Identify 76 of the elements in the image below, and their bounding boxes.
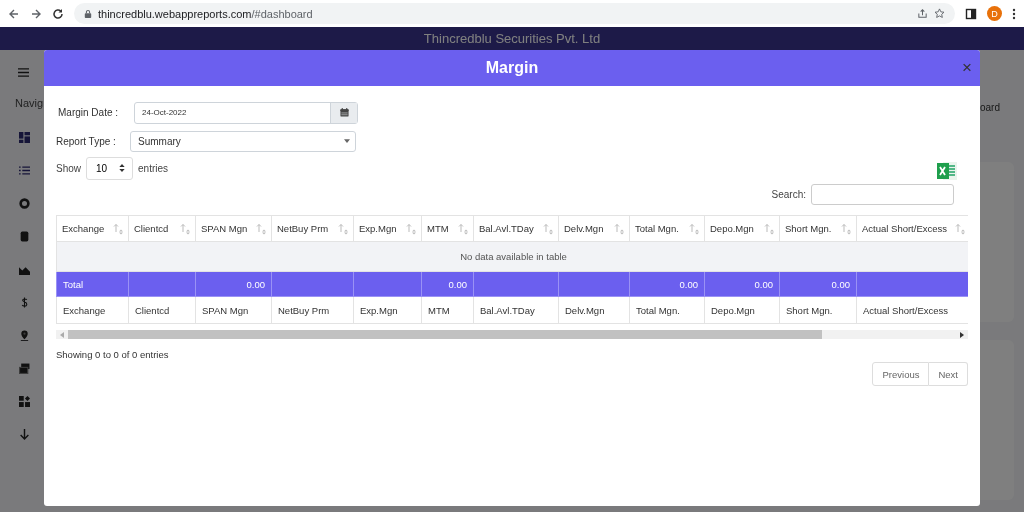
scroll-right-icon[interactable] [960, 331, 964, 338]
location-pin-icon[interactable] [18, 330, 30, 341]
total-cell: Total [56, 271, 129, 297]
sort-icon [689, 223, 699, 235]
sidebar-toggle-icon[interactable] [965, 7, 977, 20]
column-header[interactable]: Exchange [56, 215, 129, 242]
column-header[interactable]: Actual Short/Excess [856, 215, 968, 242]
column-header[interactable]: SPAN Mgn [195, 215, 272, 242]
column-footer: NetBuy Prm [271, 296, 354, 324]
share-icon[interactable] [917, 8, 928, 19]
navigation-label: Navig [15, 97, 44, 109]
back-icon[interactable] [8, 7, 20, 20]
column-footer: MTM [421, 296, 474, 324]
sort-icon [256, 223, 266, 235]
column-header[interactable]: MTM [421, 215, 474, 242]
column-header[interactable]: Delv.Mgn [558, 215, 630, 242]
field-label: Report Type : [56, 135, 117, 147]
widgets-icon[interactable] [18, 396, 30, 407]
lock-icon [84, 8, 92, 19]
book-icon[interactable] [18, 231, 30, 242]
more-icon[interactable] [1012, 7, 1016, 20]
company-name: Thincredblu Securities Pvt. Ltd [423, 31, 601, 46]
column-header[interactable]: Depo.Mgn [704, 215, 780, 242]
list-icon[interactable] [18, 165, 30, 176]
page-length-dropdown[interactable]: 10 [86, 156, 133, 180]
stack-icon[interactable] [18, 363, 30, 374]
sort-icon [764, 223, 774, 235]
caret-icon [344, 139, 350, 143]
column-header[interactable]: NetBuy Prm [271, 215, 354, 242]
show-label: Show [56, 162, 81, 174]
column-header[interactable]: Clientcd [128, 215, 196, 242]
address-bar[interactable]: thincredblu.webappreports.com/#dashboard [74, 3, 955, 24]
sort-icon [543, 223, 553, 235]
search-label: Search: [771, 189, 806, 200]
sort-icon [180, 223, 190, 235]
sort-icon [113, 223, 123, 235]
spreadsheet-export-icon[interactable] [936, 160, 958, 182]
star-icon[interactable] [934, 8, 945, 19]
sort-icon [614, 223, 624, 235]
menu-icon[interactable] [18, 67, 29, 78]
sort-icon [955, 223, 965, 235]
dashboard-icon[interactable] [18, 132, 30, 143]
dashboard-tab-label[interactable]: oard [980, 102, 1000, 113]
table-info: Showing 0 to 0 of 0 entries [56, 349, 170, 360]
sort-icon [458, 223, 468, 235]
column-footer: Delv.Mgn [558, 296, 630, 324]
column-footer: Bal.Avl.TDay [473, 296, 559, 324]
dialog-title: Margin [485, 59, 539, 77]
disc-icon[interactable] [18, 198, 30, 209]
column-header[interactable]: Short Mgn. [779, 215, 857, 242]
forward-icon[interactable] [30, 7, 42, 20]
entries-label: entries [138, 162, 169, 174]
down-arrow-icon[interactable] [18, 429, 30, 440]
horizontal-scrollbar[interactable] [56, 330, 968, 339]
calendar-icon[interactable] [339, 108, 349, 117]
search-field[interactable] [811, 184, 954, 205]
column-footer: Exchange [56, 296, 129, 324]
chart-icon[interactable] [18, 264, 30, 275]
column-footer: Depo.Mgn [704, 296, 780, 324]
column-footer: SPAN Mgn [195, 296, 272, 324]
column-header[interactable]: Bal.Avl.TDay [473, 215, 559, 242]
date-field[interactable]: 24-Oct-2022 [134, 101, 358, 124]
sort-icon [406, 223, 416, 235]
report-type-dropdown[interactable]: Summary [130, 130, 356, 152]
column-footer: Clientcd [128, 296, 196, 324]
column-footer: Exp.Mgn [353, 296, 422, 324]
column-header[interactable]: Exp.Mgn [353, 215, 422, 242]
column-footer: Short Mgn. [779, 296, 857, 324]
sort-icon [841, 223, 851, 235]
empty-table-message: No data available in table [56, 241, 968, 272]
sort-icon [338, 223, 348, 235]
reload-icon[interactable] [52, 7, 64, 20]
column-footer: Total Mgn. [629, 296, 705, 324]
field-label: Margin Date : [57, 107, 120, 118]
sort-caret-icon [119, 164, 125, 172]
column-header[interactable]: Total Mgn. [629, 215, 705, 242]
